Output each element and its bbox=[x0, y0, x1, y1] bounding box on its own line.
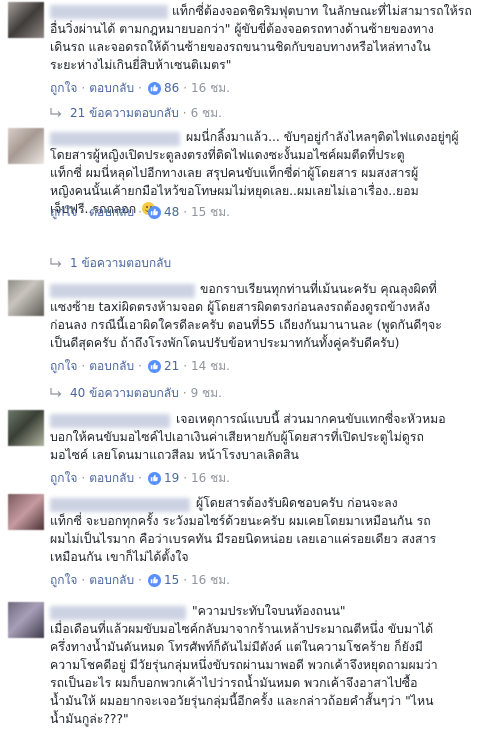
timestamp[interactable]: 14 ชม. bbox=[191, 357, 230, 376]
reply-button[interactable]: ตอบกลับ bbox=[89, 357, 134, 376]
reply-button[interactable]: ตอบกลับ bbox=[89, 203, 134, 222]
reply-arrow-icon bbox=[50, 108, 62, 117]
comment-actions: ถูกใจ · ตอบกลับ · 19 · 16 ชม. bbox=[50, 470, 230, 486]
avatar[interactable] bbox=[8, 410, 44, 446]
avatar[interactable] bbox=[8, 280, 44, 316]
like-count-badge[interactable]: 48 bbox=[147, 205, 179, 219]
like-button[interactable]: ถูกใจ bbox=[50, 203, 77, 222]
replies-timestamp: 9 ชม. bbox=[190, 385, 222, 400]
thumbs-up-icon bbox=[147, 81, 161, 95]
timestamp[interactable]: 16 ชม. bbox=[191, 571, 230, 590]
reply-button[interactable]: ตอบกลับ bbox=[89, 469, 134, 488]
avatar[interactable] bbox=[8, 494, 44, 530]
like-count-badge[interactable]: 86 bbox=[147, 81, 179, 95]
timestamp[interactable]: 16 ชม. bbox=[191, 79, 230, 98]
like-button[interactable]: ถูกใจ bbox=[50, 357, 77, 376]
comment-text: ผู้โดยสารต้องรับผิดชอบครับ ก่อนจะลง แท็ก… bbox=[50, 496, 437, 564]
timestamp[interactable]: 15 ชม. bbox=[191, 203, 230, 222]
view-replies-link[interactable]: 1 ข้อความตอบกลับ bbox=[50, 254, 171, 272]
comment-feed: แท็กซี่ต้องจอดชิดริมฟุตบาท ในลักษณะที่ไม… bbox=[0, 0, 496, 754]
comment-text: แท็กซี่ต้องจอดชิดริมฟุตบาท ในลักษณะที่ไม… bbox=[50, 4, 472, 72]
comment-text: "ความประทับใจบนท้องถนน" เมื่อเดือนที่แล้… bbox=[50, 604, 438, 726]
comment-actions: ถูกใจ · ตอบกลับ · 86 · 16 ชม. bbox=[50, 80, 230, 96]
thumbs-up-icon bbox=[147, 471, 161, 485]
thumbs-up-icon bbox=[147, 359, 161, 373]
timestamp[interactable]: 16 ชม. bbox=[191, 469, 230, 488]
comment-actions: ถูกใจ · ตอบกลับ · 48 · 15 ชม. bbox=[50, 204, 230, 220]
comment-text: ขอกราบเรียนทุกท่านที่เม้นนะครับ คุณลุงผิ… bbox=[50, 282, 442, 350]
view-replies-link[interactable]: 40 ข้อความตอบกลับ · 9 ชม. bbox=[50, 384, 222, 402]
like-count-badge[interactable]: 21 bbox=[147, 359, 179, 373]
comment-actions: ถูกใจ · ตอบกลับ · 15 · 16 ชม. bbox=[50, 572, 230, 588]
reply-button[interactable]: ตอบกลับ bbox=[89, 79, 134, 98]
avatar[interactable] bbox=[8, 2, 44, 38]
reply-arrow-icon bbox=[50, 258, 62, 267]
like-count-badge[interactable]: 15 bbox=[147, 573, 179, 587]
reply-button[interactable]: ตอบกลับ bbox=[89, 571, 134, 590]
avatar[interactable] bbox=[8, 128, 44, 164]
reply-arrow-icon bbox=[50, 388, 62, 397]
avatar[interactable] bbox=[8, 602, 44, 638]
like-button[interactable]: ถูกใจ bbox=[50, 571, 77, 590]
view-replies-link[interactable]: 21 ข้อความตอบกลับ · 6 ชม. bbox=[50, 104, 222, 122]
thumbs-up-icon bbox=[147, 573, 161, 587]
like-button[interactable]: ถูกใจ bbox=[50, 469, 77, 488]
thumbs-up-icon bbox=[147, 205, 161, 219]
replies-timestamp: 6 ชม. bbox=[190, 105, 222, 120]
comment-text: เจอเหตุการณ์แบบนี้ ส่วนมากคนขับแทกซี่จะห… bbox=[50, 412, 446, 462]
comment-actions: ถูกใจ · ตอบกลับ · 21 · 14 ชม. bbox=[50, 358, 230, 374]
like-button[interactable]: ถูกใจ bbox=[50, 79, 77, 98]
like-count-badge[interactable]: 19 bbox=[147, 471, 179, 485]
